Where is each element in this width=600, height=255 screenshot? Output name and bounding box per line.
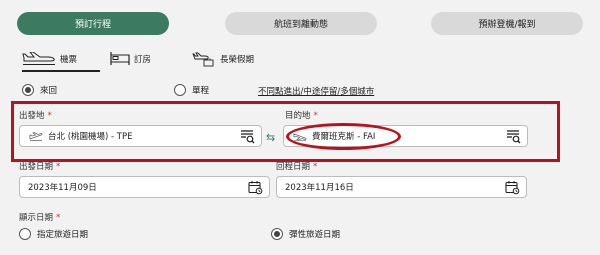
tab-flights-label: 機票 [60, 55, 78, 65]
active-tab-underline [22, 70, 100, 72]
tab-hotels-label: 訂房 [134, 55, 152, 65]
annotation-highlight-oval [286, 123, 401, 150]
tab-check-in[interactable]: 預辦登機/報到 [431, 12, 583, 35]
round-trip-option[interactable]: 來回 [22, 84, 57, 96]
tab-vacations-label: 長榮假期 [220, 55, 255, 65]
product-tabs: 機票 訂房 長榮假期 [22, 48, 282, 72]
fixed-dates-radio[interactable] [19, 228, 31, 240]
fixed-dates-label: 指定旅遊日期 [37, 230, 89, 240]
tab-vacations[interactable]: 長榮假期 [192, 50, 254, 68]
bed-icon [110, 52, 130, 66]
return-date-field[interactable]: 2023年11月16日 [276, 176, 527, 198]
top-tabs: 預訂行程 航班到離動態 預辦登機/報到 [17, 12, 583, 36]
annotation-highlight-box [11, 101, 560, 162]
display-dates-label: 顯示日期 * [19, 213, 61, 223]
calendar-icon[interactable] [505, 180, 520, 198]
fixed-dates-option[interactable]: 指定旅遊日期 [19, 228, 88, 240]
departure-date-field[interactable]: 2023年11月09日 [19, 176, 270, 198]
tab-book-trip[interactable]: 預訂行程 [17, 12, 169, 35]
one-way-radio[interactable] [174, 84, 186, 96]
tab-hotels[interactable]: 訂房 [110, 50, 151, 68]
airplane-icon [22, 52, 56, 66]
flexible-dates-label: 彈性旅遊日期 [289, 230, 341, 240]
departure-date-label: 出發日期 * [19, 162, 61, 172]
tab-flight-status[interactable]: 航班到離動態 [225, 12, 377, 35]
return-date-label: 回程日期 * [276, 162, 318, 172]
tab-flights[interactable]: 機票 [22, 50, 77, 68]
flexible-dates-radio[interactable] [271, 228, 283, 240]
calendar-icon[interactable] [248, 180, 263, 198]
flexible-dates-option[interactable]: 彈性旅遊日期 [271, 228, 340, 240]
departure-date-value: 2023年11月09日 [28, 183, 97, 193]
round-trip-label: 來回 [40, 86, 58, 96]
round-trip-radio[interactable] [22, 84, 34, 96]
trip-type-row: 來回 單程 不同點進出/中途停留/多個城市 [22, 84, 582, 98]
vacation-icon [192, 51, 216, 67]
one-way-label: 單程 [192, 86, 210, 96]
multi-city-link[interactable]: 不同點進出/中途停留/多個城市 [258, 85, 374, 97]
one-way-option[interactable]: 單程 [174, 84, 209, 96]
return-date-value: 2023年11月16日 [285, 183, 354, 193]
